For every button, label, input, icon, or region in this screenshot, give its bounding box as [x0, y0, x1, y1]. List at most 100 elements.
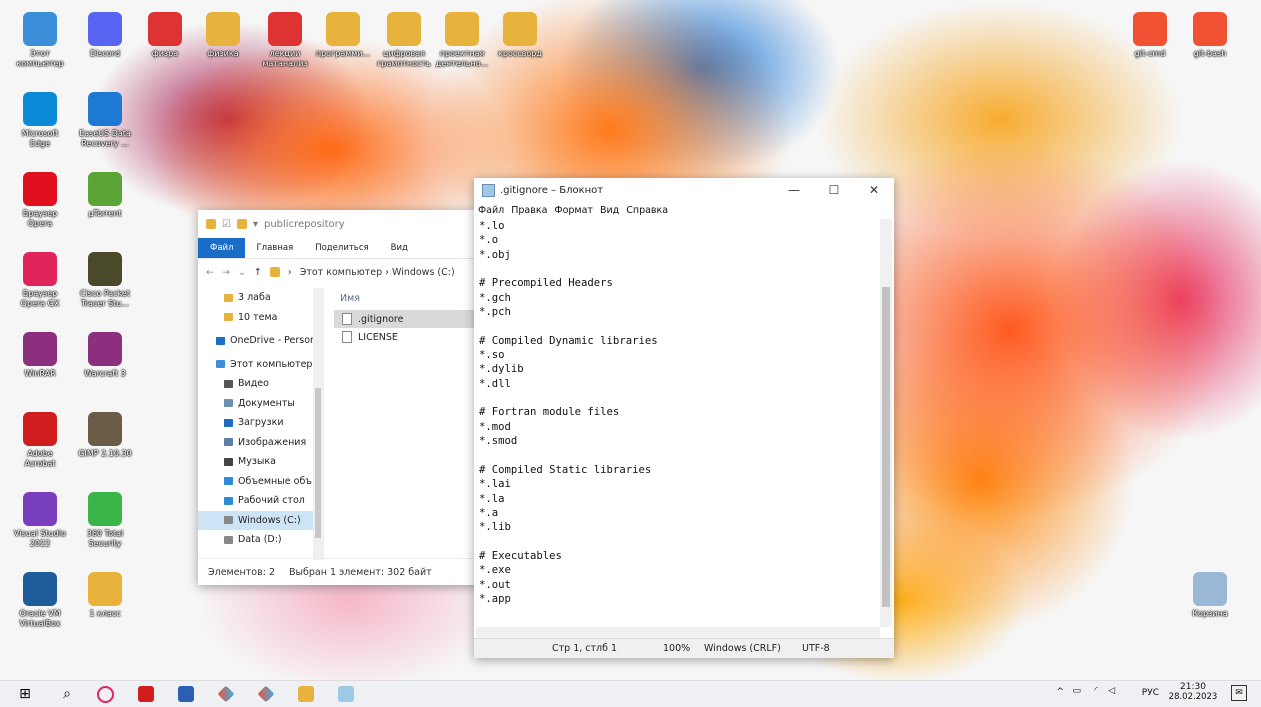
nav-item[interactable]: OneDrive - Person: [198, 331, 323, 351]
menu-file[interactable]: Файл: [478, 205, 504, 216]
desktop-icon-proekt[interactable]: проектная деятельно...: [432, 12, 492, 69]
desktop-icon-winrar[interactable]: WinRAR: [10, 332, 70, 379]
nav-pane-scrollbar[interactable]: [313, 288, 323, 560]
forward-button[interactable]: →: [222, 267, 230, 278]
editor-line: *.dylib: [479, 363, 524, 376]
menu-format[interactable]: Формат: [554, 205, 593, 216]
git-taskbar-icon[interactable]: [217, 685, 235, 703]
nav-item-label: Windows (C:): [238, 514, 301, 526]
item-count: Элементов: 2: [208, 566, 275, 578]
desktop-icon-git-bash[interactable]: git-bash: [1180, 12, 1240, 59]
address-path[interactable]: Этот компьютер › Windows (C:): [300, 267, 455, 278]
ribbon-tab-view[interactable]: Вид: [380, 243, 419, 253]
close-button[interactable]: ✕: [854, 183, 894, 197]
utorrent-icon: [88, 172, 122, 206]
desktop-icon-gimp[interactable]: GIMP 2.10.30: [75, 412, 135, 459]
minimize-button[interactable]: —: [774, 183, 814, 197]
desktop-icon-virtualbox[interactable]: Oracle VM VirtualBox: [10, 572, 70, 629]
file-item-gitignore[interactable]: .gitignore: [334, 310, 478, 328]
desktop-icon-warcraft[interactable]: Warcraft 3: [75, 332, 135, 379]
tray-overflow-chevron-icon[interactable]: ^: [1056, 687, 1064, 697]
desktop-icon-cisco[interactable]: Cisco Packet Tracer Stu...: [75, 252, 135, 309]
desktop-icon-label: git-cmd: [1134, 49, 1166, 58]
desktop-icon-this-pc[interactable]: Этот компьютер: [10, 12, 70, 69]
explorer-titlebar[interactable]: ☑ ▾ publicrepository: [198, 210, 478, 238]
ribbon-tab-home[interactable]: Главная: [245, 243, 304, 253]
desktop-icon-label: git-bash: [1193, 49, 1227, 58]
recent-dropdown-button[interactable]: ⌄: [238, 267, 246, 278]
file-explorer-taskbar-icon[interactable]: [298, 686, 314, 702]
nav-item[interactable]: Музыка: [198, 452, 323, 472]
desktop-icon-programm[interactable]: программи...: [313, 12, 373, 59]
text-editor-area[interactable]: *.lo *.o *.obj # Precompiled Headers *.gch *.…: [476, 219, 883, 627]
scrollbar-thumb[interactable]: [315, 388, 321, 538]
pc-icon: [216, 360, 225, 369]
menu-edit[interactable]: Правка: [511, 205, 547, 216]
desktop-icon-krossvord[interactable]: кроссворд: [490, 12, 550, 59]
maximize-button[interactable]: ☐: [814, 183, 854, 197]
nav-item-label: Документы: [238, 397, 295, 409]
desktop-icon-opera[interactable]: Браузер Opera: [10, 172, 70, 229]
desktop-icon-discord[interactable]: Discord: [75, 12, 135, 59]
desktop-icon-git-cmd[interactable]: git-cmd: [1120, 12, 1180, 59]
quick-access-dropdown-icon[interactable]: ▾: [253, 219, 258, 230]
desktop-icon-one-class[interactable]: 1 класс: [75, 572, 135, 619]
navigation-pane[interactable]: 3 лаба 10 тема OneDrive - Person Этот компь…: [198, 288, 324, 560]
nav-item[interactable]: 10 тема: [198, 308, 323, 328]
nav-item[interactable]: Видео: [198, 374, 323, 394]
volume-muted-icon[interactable]: ◁: [1108, 686, 1115, 696]
desktop-icon-fizra[interactable]: физра: [135, 12, 195, 59]
word-taskbar-icon[interactable]: [178, 686, 194, 702]
file-item-license[interactable]: LICENSE: [334, 328, 478, 346]
acrobat-taskbar-icon[interactable]: [138, 686, 154, 702]
desktop-icon-lekcii[interactable]: лекции матанализ: [255, 12, 315, 69]
battery-icon[interactable]: ▭: [1072, 686, 1081, 696]
desktop-icon-utorrent[interactable]: µTorrent: [75, 172, 135, 219]
nav-item[interactable]: Загрузки: [198, 413, 323, 433]
nav-item[interactable]: Объемные объ: [198, 472, 323, 492]
img-icon: [224, 438, 233, 447]
nav-item[interactable]: 3 лаба: [198, 288, 323, 308]
nav-item[interactable]: Рабочий стол: [198, 491, 323, 511]
notepad-titlebar[interactable]: .gitignore – Блокнот — ☐ ✕: [474, 178, 894, 202]
desktop-icon-easeus[interactable]: EaseUS Data Recovery ...: [75, 92, 135, 149]
editor-vertical-scrollbar[interactable]: [880, 219, 892, 627]
notepad-taskbar-icon[interactable]: [338, 686, 354, 702]
up-button[interactable]: ↑: [254, 267, 262, 278]
nav-item[interactable]: Data (D:): [198, 530, 323, 550]
discord-icon: [88, 12, 122, 46]
desktop-icon-360[interactable]: 360 Total Security: [75, 492, 135, 549]
desktop-icon-acrobat[interactable]: Adobe Acrobat: [10, 412, 70, 469]
clock[interactable]: 21:30 28.02.2023: [1165, 682, 1221, 702]
quick-access-checkbox-icon[interactable]: ☑: [222, 219, 231, 230]
opera-gx-taskbar-icon[interactable]: [97, 686, 114, 703]
desktop-icon-edge[interactable]: Microsoft Edge: [10, 92, 70, 149]
desktop-icon-recycle[interactable]: Корзина: [1180, 572, 1240, 619]
nav-item[interactable]: Этот компьютер: [198, 355, 323, 375]
language-indicator[interactable]: РУС: [1142, 688, 1159, 698]
ribbon-tab-file[interactable]: Файл: [198, 238, 246, 258]
desktop-icon-cifrovaya[interactable]: цифровая грамотность: [374, 12, 434, 69]
scrollbar-thumb[interactable]: [882, 287, 890, 607]
column-header-name[interactable]: Имя: [334, 288, 478, 310]
search-icon[interactable]: ⌕: [59, 686, 75, 702]
nav-item[interactable]: Документы: [198, 394, 323, 414]
nav-item[interactable]: Изображения: [198, 433, 323, 453]
nav-item[interactable]: Windows (C:): [198, 510, 323, 530]
editor-line: *.gch: [479, 291, 511, 304]
menu-view[interactable]: Вид: [600, 205, 619, 216]
file-explorer-window[interactable]: ☑ ▾ publicrepository Файл Главная Подели…: [198, 210, 478, 585]
desktop-icon-vs2022[interactable]: Visual Studio 2022: [10, 492, 70, 549]
network-icon[interactable]: ◜: [1095, 686, 1099, 696]
start-button-windows-icon[interactable]: ⊞: [17, 686, 33, 702]
back-button[interactable]: ←: [206, 267, 214, 278]
ribbon-tab-share[interactable]: Поделиться: [304, 243, 379, 253]
notifications-icon[interactable]: ✉: [1231, 685, 1247, 701]
git-bash-taskbar-icon[interactable]: [257, 685, 275, 703]
desktop-icon-fizika[interactable]: физика: [193, 12, 253, 59]
winrar-icon: [23, 332, 57, 366]
desktop-icon-label: GIMP 2.10.30: [78, 449, 132, 458]
menu-help[interactable]: Справка: [626, 205, 668, 216]
desktop-icon-opera-gx[interactable]: Браузер Opera GX: [10, 252, 70, 309]
notepad-window[interactable]: .gitignore – Блокнот — ☐ ✕ Файл Правка Ф…: [474, 178, 894, 658]
